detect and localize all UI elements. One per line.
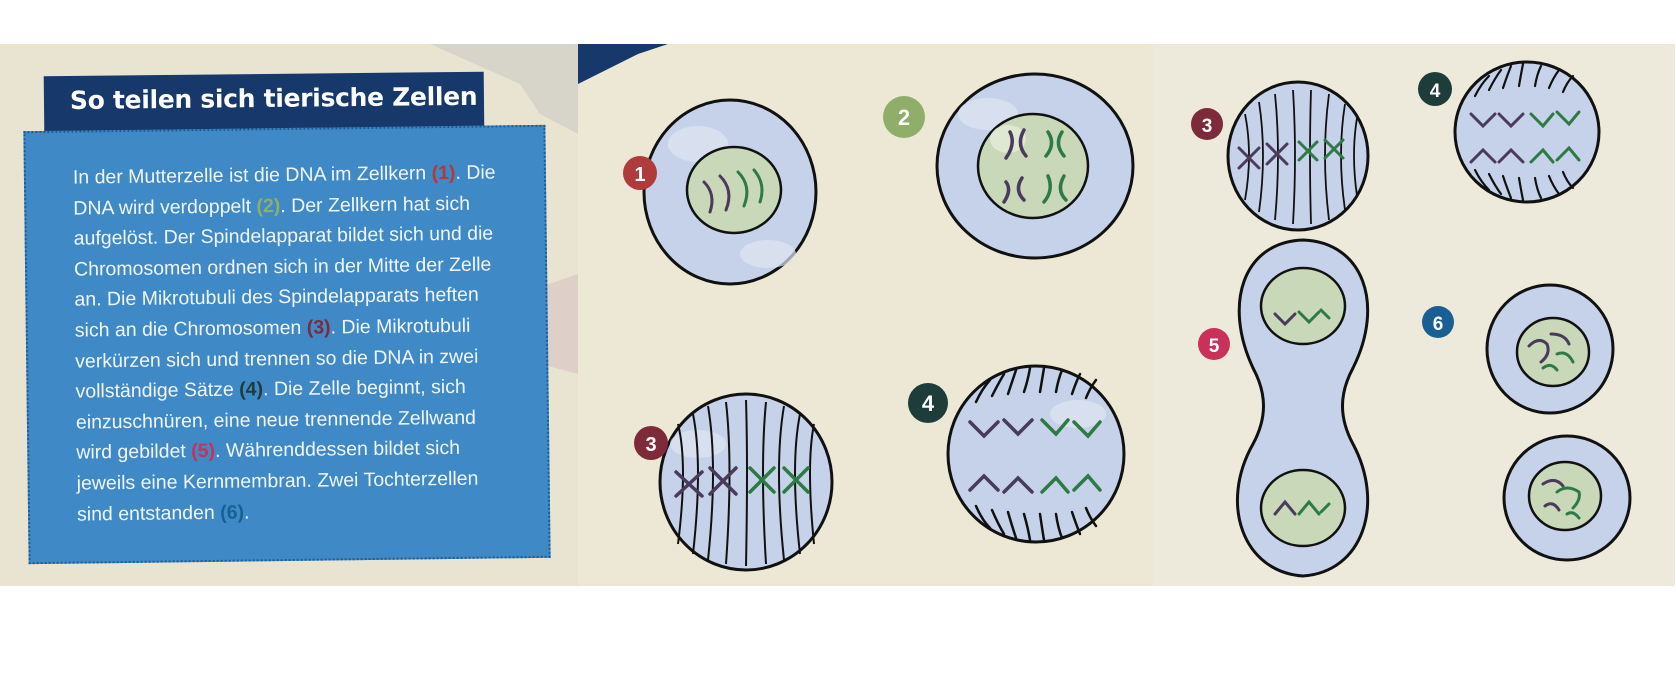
stages-panel-2: 3 4 5 6 [1153,44,1675,586]
corner-decoration [578,44,668,84]
stage-1-cell [642,98,818,286]
stage-5-cell [1236,238,1370,578]
ref-3: (3) [306,316,331,339]
badge-2: 2 [883,96,925,138]
ref-4: (4) [239,378,264,401]
text-panel: So teilen sich tierische Zellen In der M… [0,44,578,586]
badge-4-label: 4 [922,391,935,416]
text-segment: . [243,501,250,524]
badge-3-label: 3 [645,434,656,456]
badge-3: 3 [634,426,668,460]
badge-6-label: 6 [1433,314,1444,335]
stage-illustrations-1: 1 2 3 4 [578,44,1135,572]
stage-4-cell-repeat [1453,60,1601,204]
page-title: So teilen sich tierische Zellen [69,81,478,116]
badge-4: 4 [908,383,948,423]
badge-4-repeat-label: 4 [1430,81,1441,102]
stage-3-cell [658,392,834,572]
stage-illustrations-2: 3 4 5 6 [1191,60,1632,578]
stage-2-cell [935,72,1135,260]
description-box: In der Mutterzelle ist die DNA im Zellke… [23,124,551,565]
stages-panel-1: 1 2 3 4 [578,44,1153,586]
badge-6: 6 [1422,306,1454,338]
stage-6-cell-top [1485,283,1615,415]
stage-6-cell-bottom [1502,434,1632,562]
stage-3-cell-repeat [1226,80,1370,232]
title-banner: So teilen sich tierische Zellen [43,71,485,135]
badge-3-repeat: 3 [1191,108,1223,140]
badge-2-label: 2 [898,105,910,130]
badge-1-label: 1 [634,164,645,186]
ref-6: (6) [220,501,245,524]
description-text: In der Mutterzelle ist die DNA im Zellke… [73,157,517,529]
stage-4-cell [946,364,1126,544]
text-segment: In der Mutterzelle ist die DNA im Zellke… [72,162,432,189]
badge-1: 1 [623,156,657,190]
ref-5: (5) [191,440,216,463]
badge-3-repeat-label: 3 [1202,116,1213,137]
badge-5-label: 5 [1209,336,1220,357]
ref-1: (1) [431,161,456,185]
badge-4-repeat: 4 [1418,72,1452,106]
ref-2: (2) [256,194,281,217]
badge-5: 5 [1198,328,1230,360]
